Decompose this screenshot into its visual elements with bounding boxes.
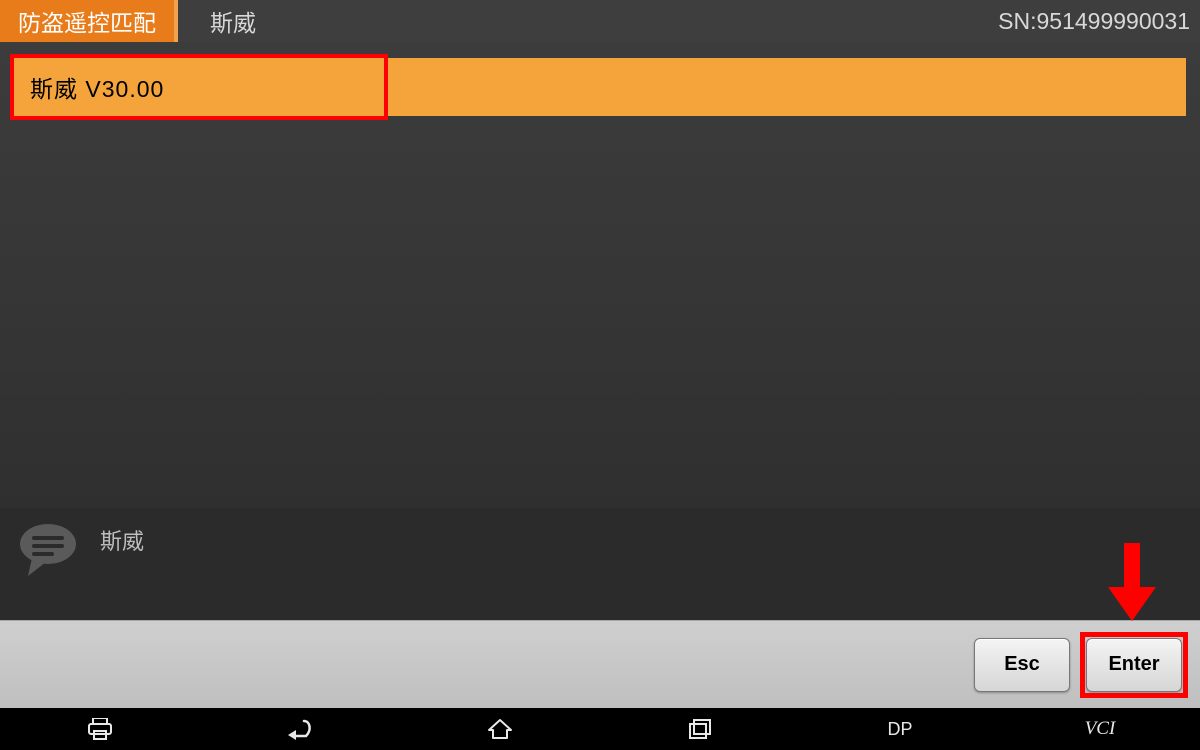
- status-text: 斯威: [100, 522, 144, 556]
- nav-dp[interactable]: DP: [840, 708, 960, 750]
- esc-button[interactable]: Esc: [974, 638, 1070, 692]
- app-screen: 防盗遥控匹配 斯威 SN:951499990031 斯威 V30.00 斯威: [0, 0, 1200, 750]
- nav-vci[interactable]: VCI: [1040, 708, 1160, 750]
- button-bar: Esc Enter: [0, 620, 1200, 708]
- header-tab[interactable]: 防盗遥控匹配: [0, 0, 174, 42]
- header-sn-label: SN:951499990031: [998, 8, 1200, 35]
- back-icon: [286, 718, 314, 740]
- status-strip: 斯威: [0, 508, 1200, 620]
- header-brand-label: 斯威: [174, 4, 256, 38]
- list-item-label: 斯威 V30.00: [18, 70, 164, 104]
- list-item[interactable]: 斯威 V30.00: [14, 58, 1186, 116]
- nav-home[interactable]: [440, 708, 560, 750]
- enter-button[interactable]: Enter: [1086, 638, 1182, 692]
- vci-label: VCI: [1085, 718, 1116, 740]
- nav-back[interactable]: [240, 708, 360, 750]
- nav-recent[interactable]: [640, 708, 760, 750]
- home-icon: [487, 718, 513, 740]
- chat-icon: [18, 522, 82, 578]
- list-row-wrap: 斯威 V30.00: [14, 58, 1186, 116]
- print-icon: [87, 718, 113, 740]
- header-tab-label: 防盗遥控匹配: [18, 4, 156, 38]
- nav-print[interactable]: [40, 708, 160, 750]
- bottom-nav: DP VCI: [0, 708, 1200, 750]
- enter-button-wrap: Enter: [1086, 638, 1182, 692]
- header-bar: 防盗遥控匹配 斯威 SN:951499990031: [0, 0, 1200, 42]
- recent-icon: [688, 718, 712, 740]
- dp-label: DP: [887, 719, 912, 740]
- menu-list: 斯威 V30.00: [0, 42, 1200, 508]
